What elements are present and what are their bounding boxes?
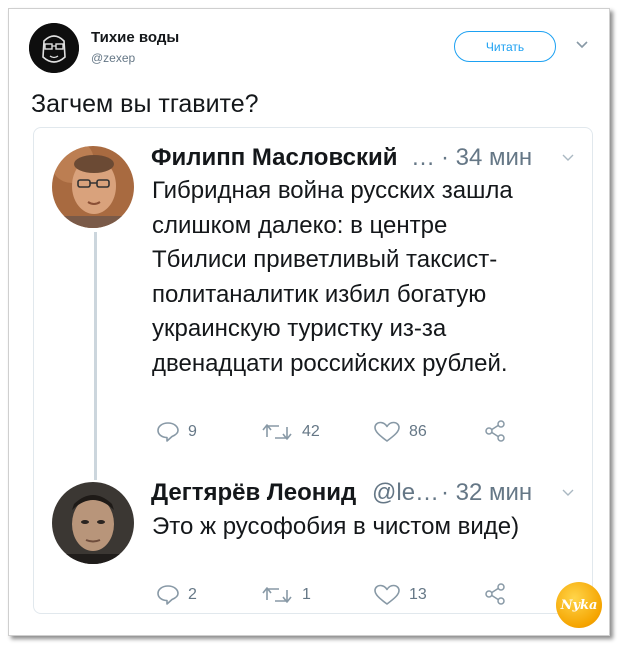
retweet-count: 1 xyxy=(302,586,311,603)
reply-timestamp[interactable]: · 32 мин xyxy=(441,479,532,507)
retweet-count: 42 xyxy=(302,423,320,440)
reply-text-line: двенадцати российских рублей. xyxy=(152,349,508,377)
author-avatar[interactable] xyxy=(29,23,79,73)
like-icon xyxy=(374,584,400,605)
chevron-down-icon[interactable] xyxy=(575,40,589,50)
watermark-logo: Nyka xyxy=(556,582,602,628)
reply-text-line: Это ж русофобия в чистом виде) xyxy=(152,513,520,540)
like-icon xyxy=(374,421,400,442)
reply-button[interactable]: 2 xyxy=(156,584,197,606)
tweet-text: Загчем вы тгавите? xyxy=(31,90,259,118)
thread-connector xyxy=(94,232,97,480)
reply-author-name[interactable]: Дегтярёв Леонид xyxy=(151,479,356,507)
like-button[interactable]: 13 xyxy=(373,584,427,606)
retweet-button[interactable]: 1 xyxy=(260,584,311,606)
like-count: 86 xyxy=(409,423,427,440)
reply-timestamp[interactable]: · 34 мин xyxy=(441,144,532,172)
reply-icon xyxy=(157,585,179,605)
reply-author-name[interactable]: Филипп Масловский xyxy=(151,144,398,172)
retweet-icon xyxy=(262,424,292,440)
reply-count: 9 xyxy=(188,423,197,440)
follow-button[interactable]: Читать xyxy=(454,31,556,62)
chevron-down-icon[interactable] xyxy=(561,488,575,498)
reply-author-handle[interactable]: … xyxy=(411,144,435,172)
reply-button[interactable]: 9 xyxy=(156,421,197,443)
avatar[interactable] xyxy=(52,146,134,228)
reply-text: Гибридная война русских зашла слишком да… xyxy=(152,174,513,381)
reply-author-handle[interactable]: @le… xyxy=(372,479,439,507)
reply-text-line: украинскую туристку из-за xyxy=(152,315,447,342)
author-name[interactable]: Тихие воды xyxy=(91,29,179,46)
avatar[interactable] xyxy=(52,482,134,564)
share-icon[interactable] xyxy=(483,419,507,443)
reply-count: 2 xyxy=(188,586,197,603)
share-icon[interactable] xyxy=(483,582,507,606)
retweet-button[interactable]: 42 xyxy=(260,421,320,443)
reply-text-line: Гибридная война русских зашла xyxy=(152,177,513,204)
like-count: 13 xyxy=(409,586,427,603)
reply-text-line: Тбилиси приветливый таксист- xyxy=(152,246,498,273)
like-button[interactable]: 86 xyxy=(373,421,427,443)
retweet-icon xyxy=(262,587,292,603)
chevron-down-icon[interactable] xyxy=(561,153,575,163)
reply-icon xyxy=(157,422,179,442)
reply-text-line: слишком далеко: в центре xyxy=(152,211,448,239)
author-handle[interactable]: @zexep xyxy=(91,51,135,65)
reply-text: Это ж русофобия в чистом виде) xyxy=(152,510,519,545)
reply-text-line: политаналитик избил богатую xyxy=(152,280,487,308)
